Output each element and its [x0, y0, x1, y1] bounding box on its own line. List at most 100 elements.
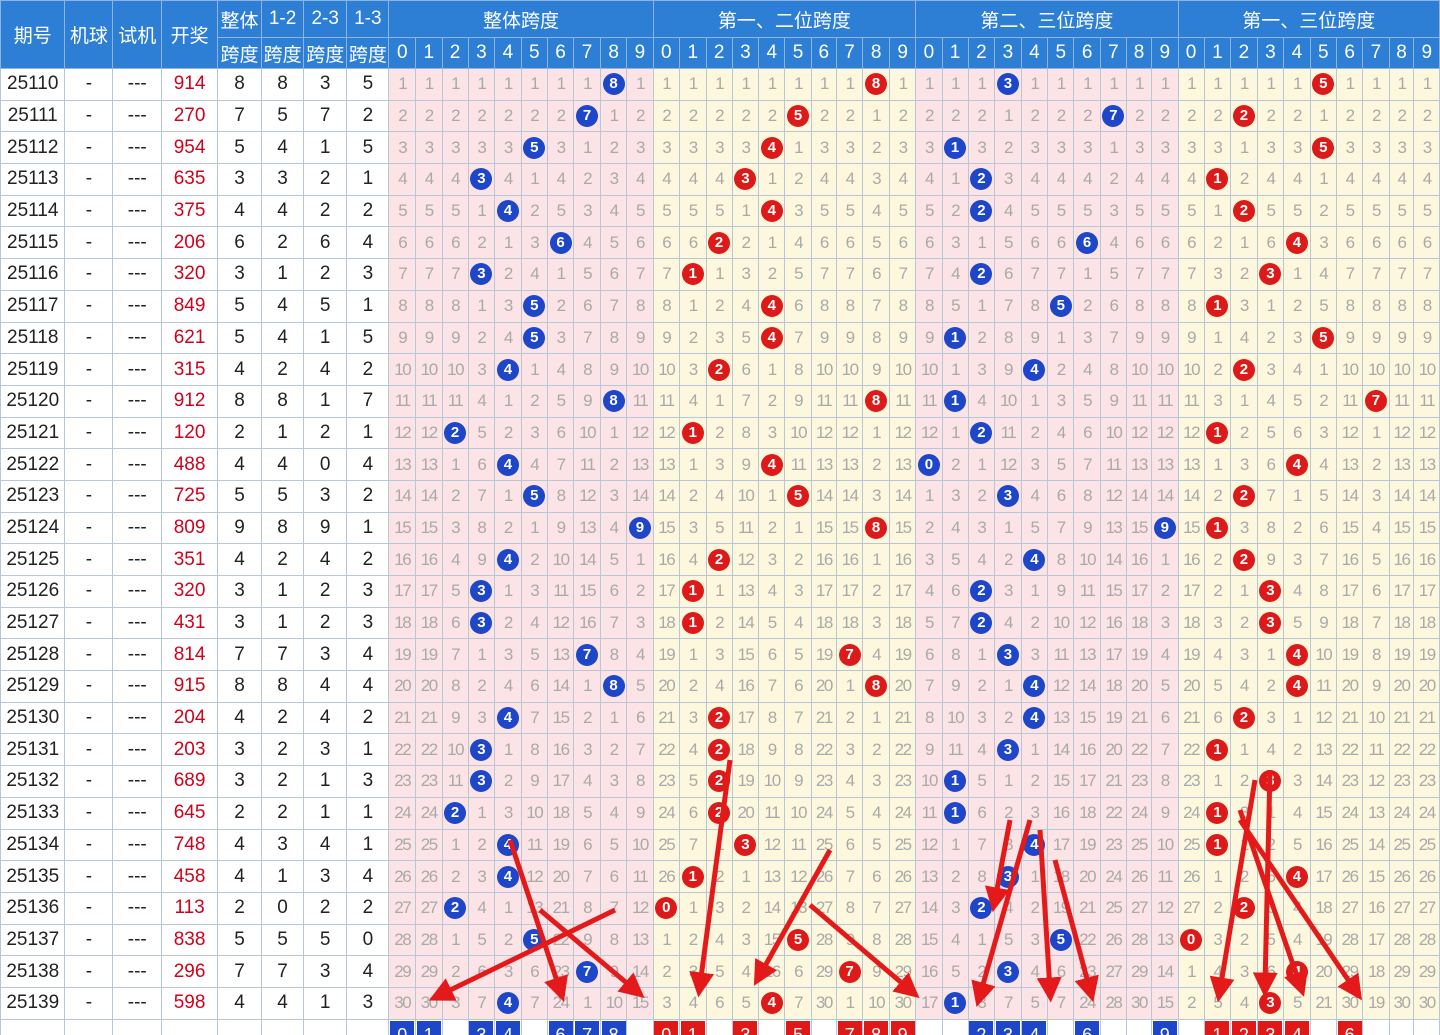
- machine-cell: -: [64, 448, 114, 481]
- miss-cell: 1: [1020, 575, 1049, 608]
- span-13-cell: 0: [346, 923, 390, 957]
- miss-cell: 2: [520, 194, 548, 228]
- machine-cell: -: [64, 575, 114, 608]
- miss-cell: 8: [835, 289, 864, 323]
- miss-count: 20: [1341, 676, 1359, 696]
- span-13-cell: 1: [346, 828, 390, 862]
- miss-cell: 2: [967, 955, 996, 988]
- miss-count: 9: [451, 327, 460, 347]
- miss-count: 17: [841, 581, 859, 601]
- span-12-cell: 8: [260, 670, 305, 703]
- miss-cell: 24: [652, 796, 681, 830]
- miss-cell: 1: [758, 353, 786, 386]
- miss-count: 18: [1131, 613, 1148, 633]
- miss-cell: 1: [573, 670, 601, 703]
- miss-cell: 6: [573, 828, 601, 862]
- miss-cell: 5: [758, 606, 786, 640]
- miss-cell: 2: [1020, 416, 1049, 450]
- header-p23-top: 2-3: [303, 0, 348, 38]
- miss-count: 3: [872, 771, 881, 791]
- miss-count: 7: [635, 739, 645, 759]
- miss-cell: 10: [1047, 606, 1075, 640]
- miss-cell: 1: [679, 638, 707, 672]
- hit-ball: 4: [760, 136, 783, 159]
- miss-cell: 2: [1203, 479, 1232, 513]
- miss-count: 1: [1239, 74, 1249, 94]
- miss-count: 1: [1030, 581, 1039, 601]
- hit-ball: 4: [760, 200, 783, 223]
- miss-cell: 10: [1150, 353, 1179, 386]
- miss-cell: 13: [1309, 733, 1337, 767]
- miss-cell: 2: [758, 384, 786, 418]
- header-digit-3-4: 4: [1283, 37, 1311, 69]
- miss-cell: 14: [1099, 543, 1128, 576]
- span-12-cell: 5: [260, 923, 305, 957]
- miss-count: 3: [1160, 613, 1170, 633]
- miss-cell: 4: [1073, 163, 1101, 196]
- miss-count: 2: [1345, 106, 1355, 126]
- miss-count: 7: [688, 834, 698, 854]
- miss-count: 7: [794, 708, 803, 728]
- pick-square: 4: [495, 1020, 520, 1035]
- miss-cell: 13: [1388, 448, 1415, 481]
- miss-count: 25: [1131, 834, 1148, 854]
- miss-count: 2: [1239, 771, 1249, 791]
- miss-count: 11: [579, 454, 596, 474]
- miss-cell: 24: [1388, 796, 1415, 830]
- miss-cell: 9: [1309, 606, 1337, 640]
- miss-cell: 13: [888, 448, 917, 481]
- miss-count: 2: [1030, 613, 1039, 633]
- miss-cell: 4: [679, 384, 707, 418]
- miss-cell: 5: [862, 226, 890, 260]
- miss-count: 1: [1083, 74, 1092, 94]
- span-overall-cell: 5: [217, 131, 262, 165]
- miss-count: 1: [1003, 676, 1013, 696]
- miss-cell: 13: [1150, 448, 1179, 481]
- miss-count: 10: [920, 359, 938, 379]
- miss-count: 29: [1393, 961, 1411, 981]
- miss-cell: 3: [1230, 511, 1258, 545]
- miss-count: 24: [658, 803, 675, 823]
- miss-cell: 12: [1413, 416, 1440, 450]
- hit-ball: 7: [1364, 390, 1387, 413]
- miss-count: 27: [815, 898, 833, 918]
- miss-count: 2: [1239, 169, 1249, 189]
- miss-cell: 1: [414, 68, 443, 101]
- hit-cell: 4: [494, 194, 522, 228]
- miss-count: 11: [1315, 676, 1332, 696]
- miss-cell: 14: [1047, 733, 1075, 767]
- hit-cell: 1: [941, 986, 969, 1020]
- miss-cell: 6: [1150, 226, 1179, 260]
- miss-cell: 5: [941, 289, 969, 323]
- miss-cell: 3: [784, 194, 812, 228]
- miss-count: 13: [1156, 929, 1174, 949]
- miss-count: 25: [658, 834, 675, 854]
- hit-cell: 9: [1150, 511, 1179, 545]
- miss-count: 1: [872, 708, 881, 728]
- hit-cell: 1: [1203, 416, 1232, 450]
- miss-count: 2: [767, 264, 777, 284]
- table-row: 25133- --- 645 2 2 1 1 24 24 2 1 3 10 18 5 4 9 24 6 2 20 11 10…: [0, 796, 1440, 830]
- hit-ball: 2: [444, 802, 467, 825]
- prize-cell: 431: [161, 606, 219, 640]
- prize-cell: 203: [161, 733, 219, 767]
- miss-cell: 18: [1335, 606, 1364, 640]
- prize-cell: 270: [161, 99, 219, 133]
- miss-count: 8: [741, 422, 750, 442]
- table-row: 25129- --- 915 8 8 4 4 20 20 8 2 4 6 14 1 8 5 20 2 4 16 7 6 20 1…: [0, 670, 1440, 703]
- miss-cell: 2: [1020, 765, 1049, 798]
- miss-count: 6: [1345, 232, 1355, 252]
- miss-count: 5: [662, 201, 671, 221]
- issue-cell: 25113: [0, 163, 66, 196]
- miss-cell: 1: [1230, 131, 1258, 165]
- miss-cell: 1: [679, 68, 707, 101]
- miss-count: 2: [715, 866, 724, 886]
- miss-cell: 11: [1047, 638, 1075, 672]
- miss-cell: 2: [679, 479, 707, 513]
- machine-cell: -: [64, 923, 114, 957]
- miss-count: 4: [1371, 169, 1381, 189]
- miss-cell: 3: [494, 955, 522, 988]
- miss-count: 14: [1131, 486, 1148, 506]
- trend-table: 期号 机球 试机 开奖 整体 1-2 2-3 1-3 整体跨度 第一、二位跨度 …: [0, 0, 1440, 1035]
- miss-count: 3: [951, 232, 960, 252]
